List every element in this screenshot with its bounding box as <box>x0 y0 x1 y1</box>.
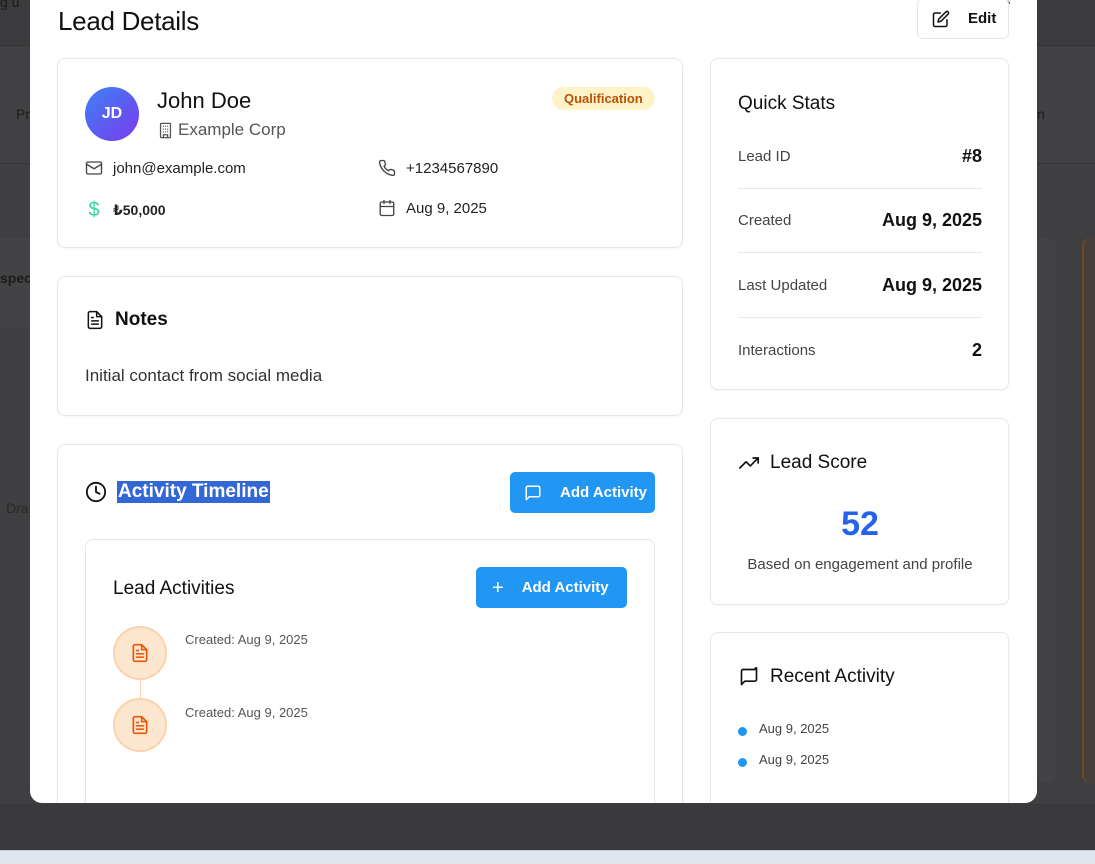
recent-activity-card: Recent Activity Aug 9, 2025 Aug 9, 2025 <box>710 632 1009 803</box>
edit-button-label: Edit <box>968 10 997 27</box>
background-text: Pr <box>16 106 30 122</box>
mail-icon <box>85 161 103 175</box>
stat-value: #8 <box>961 146 982 166</box>
stat-value: Aug 9, 2025 <box>881 210 982 230</box>
status-badge: Qualification <box>552 87 655 110</box>
stat-label: Lead ID <box>738 148 791 165</box>
message-square-icon <box>740 667 758 686</box>
lead-activities-add-label: Add Activity <box>521 579 609 596</box>
os-taskbar <box>0 850 1095 864</box>
lead-date-text: Aug 9, 2025 <box>406 199 487 217</box>
avatar: JD <box>85 87 139 141</box>
edit-button[interactable]: Edit <box>917 0 1009 39</box>
lead-details-modal: Lead Details × Edit JD John Doe Example … <box>30 0 1037 803</box>
stat-value: 2 <box>971 339 982 360</box>
recent-activity-title: Recent Activity <box>770 666 895 687</box>
lead-score-title: Lead Score <box>770 452 868 473</box>
background-text: Dra <box>6 500 29 516</box>
lead-score-card: Lead Score 52 Based on engagement and pr… <box>710 418 1009 605</box>
lead-phone-text: +1234567890 <box>406 159 499 177</box>
lead-email: john@example.com <box>85 159 246 177</box>
stat-row-interactions: Interactions 2 <box>738 318 982 382</box>
lead-activities-panel: Lead Activities + Add Activity Created: … <box>85 539 655 803</box>
background-text: spec <box>0 270 32 286</box>
stat-row-last-updated: Last Updated Aug 9, 2025 <box>738 254 982 318</box>
activity-item-date: Created: Aug 9, 2025 <box>185 632 308 647</box>
background-card <box>1082 238 1095 783</box>
quick-stats-card: Quick Stats Lead ID #8 Created Aug 9, 20… <box>710 58 1009 390</box>
lead-company-name: Example Corp <box>178 120 286 139</box>
recent-activity-date: Aug 9, 2025 <box>759 721 830 736</box>
lead-value: $ ₺50,000 <box>85 199 166 222</box>
add-activity-label: Add Activity <box>560 484 647 501</box>
timeline-connector <box>140 680 141 700</box>
lead-date: Aug 9, 2025 <box>378 199 487 217</box>
notes-title: Notes <box>115 309 168 330</box>
edit-icon <box>932 10 950 27</box>
stat-value: Aug 9, 2025 <box>881 275 982 295</box>
lead-activities-title: Lead Activities <box>113 578 235 599</box>
background-text: g u <box>0 0 20 10</box>
lead-score-heading: Lead Score <box>738 452 867 474</box>
background-card <box>1036 238 1056 783</box>
trending-up-icon <box>739 457 759 469</box>
bullet-dot <box>738 727 747 736</box>
clock-icon <box>85 481 107 503</box>
lead-score-value: 52 <box>841 505 879 543</box>
lead-name: John Doe <box>157 88 252 113</box>
background-text: n <box>1037 106 1045 122</box>
stat-row-lead-id: Lead ID #8 <box>738 125 982 189</box>
notes-heading: Notes <box>85 309 168 331</box>
lead-company: Example Corp <box>157 120 286 140</box>
lead-activities-add-button[interactable]: + Add Activity <box>476 567 627 608</box>
activity-item-date: Created: Aug 9, 2025 <box>185 705 308 720</box>
stat-label: Interactions <box>738 341 816 359</box>
activity-timeline-heading: Activity Timeline <box>85 481 270 503</box>
phone-icon <box>378 159 396 177</box>
lead-info-card: JD John Doe Example Corp Qualification j… <box>57 58 683 248</box>
lead-email-text: john@example.com <box>113 159 246 177</box>
activity-icon <box>113 626 167 680</box>
bullet-dot <box>738 758 747 767</box>
calendar-icon <box>379 199 395 217</box>
modal-title: Lead Details <box>58 6 199 36</box>
lead-value-text: ₺50,000 <box>113 202 166 218</box>
document-icon <box>132 715 148 735</box>
background-footer <box>0 804 1095 850</box>
quick-stats-title: Quick Stats <box>738 93 836 114</box>
add-activity-button[interactable]: Add Activity <box>510 472 655 513</box>
plus-icon: + <box>492 576 504 599</box>
activity-timeline-title: Activity Timeline <box>117 481 270 503</box>
recent-activity-item: Aug 9, 2025 <box>738 721 829 736</box>
stat-label: Last Updated <box>738 277 828 294</box>
file-text-icon <box>87 310 103 330</box>
stat-label: Created <box>738 212 792 229</box>
stat-row-created: Created Aug 9, 2025 <box>738 189 982 253</box>
recent-activity-item: Aug 9, 2025 <box>738 752 829 767</box>
building-icon <box>159 122 172 138</box>
activity-icon <box>113 698 167 752</box>
dollar-icon: $ <box>88 199 100 221</box>
recent-activity-heading: Recent Activity <box>738 666 895 688</box>
document-icon <box>132 643 148 663</box>
lead-phone: +1234567890 <box>378 159 498 177</box>
notes-card: Notes Initial contact from social media <box>57 276 683 416</box>
activity-timeline-card: Activity Timeline Add Activity Lead Acti… <box>57 444 683 803</box>
notes-text: Initial contact from social media <box>85 366 323 385</box>
message-square-icon <box>525 485 541 500</box>
recent-activity-date: Aug 9, 2025 <box>759 752 830 767</box>
lead-score-caption: Based on engagement and profile <box>747 556 973 573</box>
